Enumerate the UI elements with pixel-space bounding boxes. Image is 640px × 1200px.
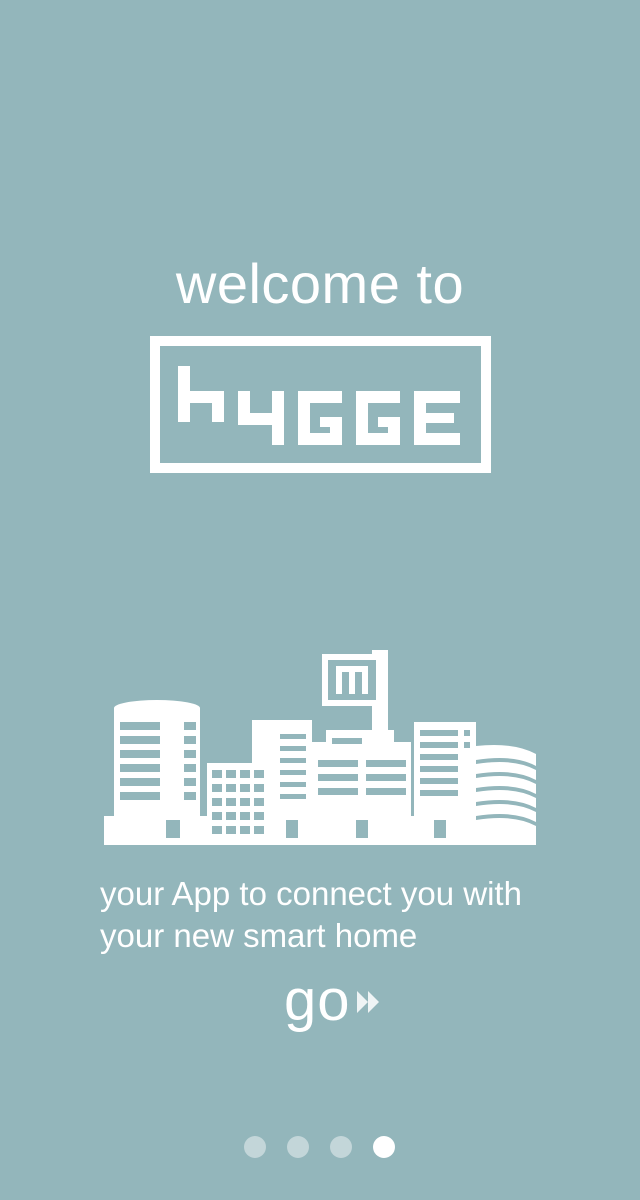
go-button[interactable]: go xyxy=(284,968,381,1034)
double-chevron-right-icon xyxy=(356,990,381,1018)
page-dot-2[interactable] xyxy=(287,1136,309,1158)
page-dot-1[interactable] xyxy=(244,1136,266,1158)
page-indicator xyxy=(244,1136,395,1158)
page-dot-3[interactable] xyxy=(330,1136,352,1158)
welcome-title: welcome to xyxy=(175,252,465,315)
tagline: your App to connect you with your new sm… xyxy=(100,873,560,957)
hygge-logo xyxy=(150,336,491,473)
city-skyline-icon xyxy=(104,650,536,845)
tagline-line-2: your new smart home xyxy=(100,917,418,954)
go-label: go xyxy=(284,968,351,1033)
tagline-line-1: your App to connect you with xyxy=(100,875,522,912)
page-dot-4-active[interactable] xyxy=(373,1136,395,1158)
